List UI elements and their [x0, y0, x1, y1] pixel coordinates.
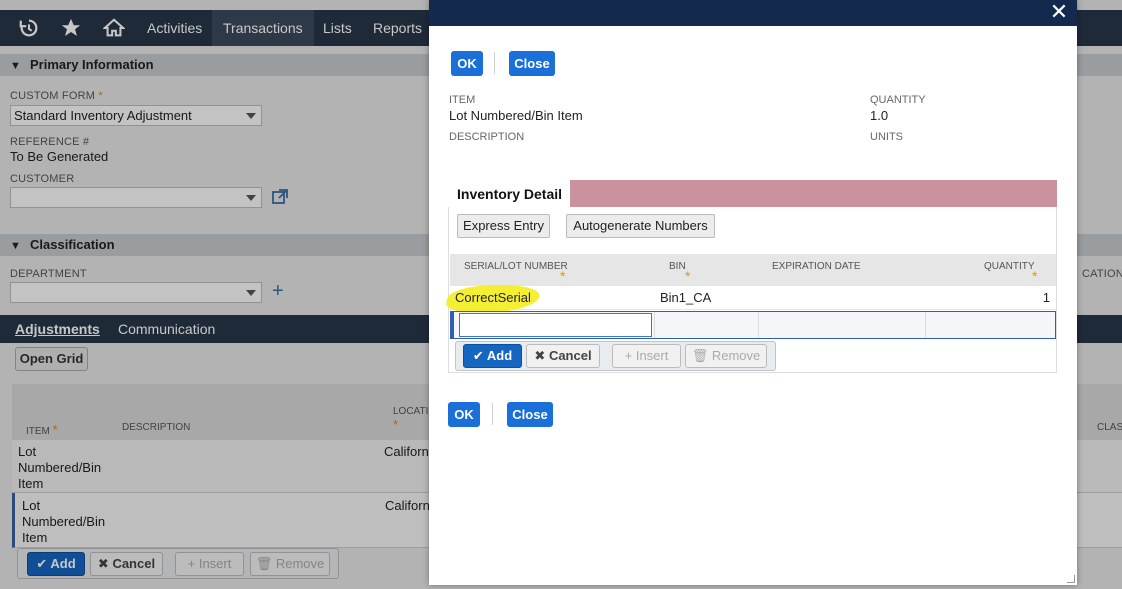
remove-button[interactable]: 🗑 Remove: [685, 344, 767, 368]
column-header-expiration: EXPIRATION DATE: [772, 261, 861, 272]
edit-row: [450, 311, 1056, 339]
close-icon[interactable]: ✕: [1047, 1, 1071, 25]
inventory-grid-header: SERIAL/LOT NUMBER * BIN * EXPIRATION DAT…: [450, 254, 1056, 286]
inventory-tab-bar: Inventory Detail: [448, 180, 1057, 207]
serial-lot-input[interactable]: [459, 313, 652, 337]
ok-button-top[interactable]: OK: [451, 51, 483, 76]
item-value: Lot Numbered/Bin Item: [449, 108, 583, 123]
insert-button[interactable]: + Insert: [612, 344, 681, 368]
dialog-titlebar: ✕: [429, 0, 1077, 26]
resize-handle[interactable]: [1067, 575, 1075, 583]
ok-button-bottom[interactable]: OK: [448, 402, 480, 427]
column-header-bin: BIN: [669, 261, 686, 272]
column-header-quantity: QUANTITY: [984, 261, 1035, 272]
required-marker: *: [685, 268, 691, 284]
item-label: ITEM: [449, 94, 476, 106]
required-marker: *: [1032, 268, 1038, 284]
close-button-top[interactable]: Close: [509, 51, 555, 76]
expiration-edit-cell[interactable]: [758, 312, 925, 338]
quantity-value: 1.0: [870, 108, 889, 123]
close-button-bottom[interactable]: Close: [507, 402, 553, 427]
cell-quantity: 1: [1042, 290, 1050, 305]
quantity-edit-cell[interactable]: [925, 312, 1055, 338]
express-entry-button[interactable]: Express Entry: [457, 214, 550, 238]
bin-edit-cell[interactable]: [654, 312, 758, 338]
cell-serial: CorrectSerial: [444, 285, 542, 313]
quantity-label: QUANTITY: [870, 94, 926, 106]
cell-bin: Bin1_CA: [660, 290, 712, 305]
column-header-serial: SERIAL/LOT NUMBER: [464, 261, 568, 272]
units-label: UNITS: [870, 131, 903, 143]
tab-inventory-detail[interactable]: Inventory Detail: [448, 180, 570, 207]
inventory-detail-dialog: ✕ OK Close ITEM Lot Numbered/Bin Item QU…: [429, 0, 1077, 585]
cancel-button[interactable]: ✖ Cancel: [526, 344, 600, 368]
divider: [492, 403, 493, 425]
required-marker: *: [560, 268, 566, 284]
add-button[interactable]: ✔ Add: [463, 344, 522, 368]
table-row[interactable]: CorrectSerial Bin1_CA 1: [444, 285, 1056, 313]
edit-row-buttons: ✔ Add ✖ Cancel + Insert 🗑 Remove: [455, 341, 776, 371]
divider: [494, 52, 495, 74]
autogenerate-numbers-button[interactable]: Autogenerate Numbers: [566, 214, 715, 238]
inventory-detail-panel: Express Entry Autogenerate Numbers SERIA…: [444, 207, 1057, 373]
description-label: DESCRIPTION: [449, 131, 525, 143]
